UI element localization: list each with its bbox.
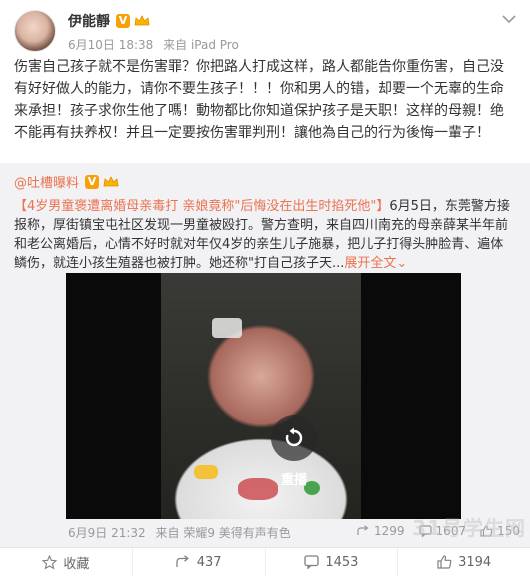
post-date[interactable]: 6月10日 18:38 xyxy=(68,38,153,52)
comment-button[interactable]: 1453 xyxy=(264,548,398,576)
author-row: 伊能靜 V xyxy=(68,12,150,30)
repost-count: 437 xyxy=(196,554,222,570)
expand-arrow-icon: ⌄ xyxy=(396,256,408,271)
replay-icon xyxy=(285,427,303,447)
crown-icon[interactable] xyxy=(103,175,119,188)
repost-forward-count: 1299 xyxy=(374,524,405,538)
comment-count: 1453 xyxy=(325,554,359,570)
repost-date[interactable]: 6月9日 21:32 xyxy=(68,526,146,540)
repost-hashtag-link[interactable]: 【4岁男童褒遭离婚母亲毒打 亲娘竟称"后悔没在出生时掐死他"】 xyxy=(14,199,389,214)
expand-full-text-link[interactable]: 展开全文⌄ xyxy=(344,256,407,271)
post-source: 来自 iPad Pro xyxy=(163,38,239,52)
action-bar: 收藏 437 1453 3194 xyxy=(0,547,530,576)
repost-source: 来自 荣耀9 美得有声有色 xyxy=(155,526,291,540)
vip-badge-icon[interactable]: V xyxy=(85,174,100,189)
favorite-button[interactable]: 收藏 xyxy=(0,548,132,576)
author-avatar[interactable] xyxy=(14,10,56,52)
repost-author-row: @吐槽曝料 V xyxy=(14,172,119,191)
weibo-post: 伊能靜 V 6月10日 18:38 来自 iPad Pro 伤害自己孩子就不是伤… xyxy=(0,0,530,576)
repost-author-name[interactable]: @吐槽曝料 xyxy=(14,172,79,191)
replay-label[interactable]: 重播 xyxy=(246,469,342,488)
thumbs-up-icon xyxy=(437,555,452,569)
like-button[interactable]: 3194 xyxy=(397,548,530,576)
video-bandage-detail xyxy=(212,318,242,338)
repost-button[interactable]: 437 xyxy=(131,548,265,576)
like-count: 3194 xyxy=(458,554,492,570)
post-meta: 6月10日 18:38 来自 iPad Pro xyxy=(68,36,239,53)
repost-text: 【4岁男童褒遭离婚母亲毒打 亲娘竟称"后悔没在出生时掐死他"】6月5日，东莞警方… xyxy=(14,197,516,273)
post-text: 伤害自己孩子就不是伤害罪？你把路人打成这样，路人都能告你重伤害，自己没有好好做人… xyxy=(14,59,504,141)
comment-icon xyxy=(304,555,319,569)
forward-icon xyxy=(176,555,189,567)
crown-icon[interactable] xyxy=(134,15,150,27)
replay-button[interactable] xyxy=(271,415,317,461)
repost-card[interactable]: @吐槽曝料 V 【4岁男童褒遭离婚母亲毒打 亲娘竟称"后悔没在出生时掐死他"】6… xyxy=(0,163,530,547)
video-player[interactable]: 重播 xyxy=(66,273,461,519)
chevron-down-icon[interactable] xyxy=(502,14,516,24)
vip-badge-icon[interactable]: V xyxy=(116,14,130,28)
watermark-text: 31号学生网 xyxy=(412,516,526,540)
video-shirt-detail xyxy=(194,465,218,479)
author-name[interactable]: 伊能靜 xyxy=(68,11,110,31)
forward-icon xyxy=(357,525,369,535)
repost-forward-stat[interactable]: 1299 xyxy=(357,524,405,538)
star-icon xyxy=(42,554,58,570)
favorite-label: 收藏 xyxy=(63,556,90,572)
